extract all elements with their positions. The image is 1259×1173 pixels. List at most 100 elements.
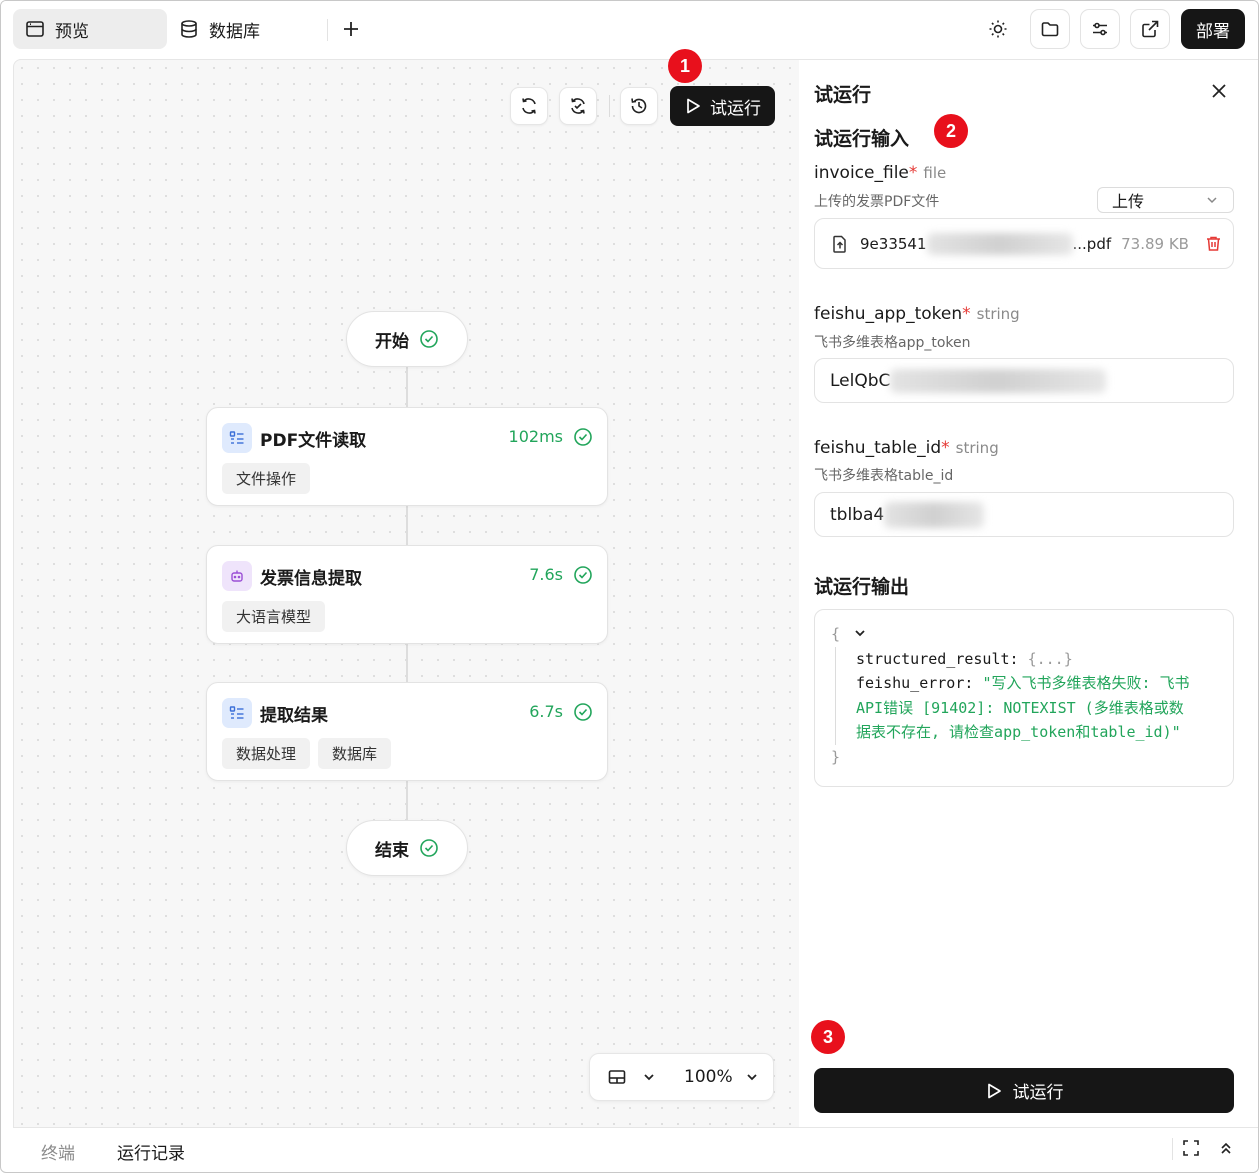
sliders-icon	[1093, 22, 1107, 36]
plus-icon	[344, 22, 358, 36]
play-icon	[687, 98, 700, 114]
layout-icon	[608, 1070, 626, 1084]
check-circle-icon	[574, 703, 592, 721]
json-key: feishu_error:	[856, 674, 974, 692]
list-icon	[222, 698, 252, 728]
history-button[interactable]	[620, 87, 658, 125]
fullscreen-icon[interactable]	[1182, 1139, 1200, 1157]
edge	[406, 506, 408, 546]
node-duration: 7.6s	[529, 565, 563, 584]
chevrons-up-icon[interactable]	[1217, 1139, 1235, 1157]
zoom-controls: 100%	[589, 1053, 774, 1101]
upload-mode-select[interactable]: 上传	[1097, 187, 1234, 213]
node-title: 提取结果	[260, 706, 328, 726]
robot-icon	[222, 561, 252, 591]
upload-mode-value: 上传	[1112, 192, 1145, 211]
sync-icon	[571, 98, 585, 114]
node-title: 发票信息提取	[260, 569, 362, 589]
deploy-button[interactable]: 部署	[1181, 9, 1245, 49]
app-token-input[interactable]: LelQbC	[814, 358, 1234, 403]
tag: 数据处理	[222, 738, 311, 769]
json-string-cont: 据表不存在, 请检查app_token和table_id)"	[856, 723, 1181, 741]
edge	[406, 643, 408, 683]
json-line: feishu_error: "写入飞书多维表格失败: 飞书	[856, 671, 1217, 696]
redacted-text	[884, 501, 985, 528]
database-icon	[181, 20, 197, 38]
field-app-token-label: feishu_app_token* string	[814, 304, 1020, 324]
layout-toggle[interactable]	[608, 1068, 658, 1086]
close-icon[interactable]	[1208, 80, 1230, 102]
input-value: tblba4	[830, 504, 885, 525]
output-section-title: 试运行输出	[814, 576, 910, 598]
field-type: string	[976, 305, 1020, 323]
field-table-id-label: feishu_table_id* string	[814, 438, 999, 458]
tab-terminal[interactable]: 终端	[41, 1139, 75, 1164]
edge	[406, 780, 408, 822]
check-circle-icon	[420, 330, 438, 348]
chevron-down-icon	[644, 1074, 654, 1081]
folder-button[interactable]	[1030, 9, 1070, 49]
required-mark: *	[962, 304, 971, 324]
field-description: 飞书多维表格table_id	[814, 468, 954, 484]
field-type: string	[955, 439, 999, 457]
field-type: file	[923, 164, 947, 182]
file-size: 73.89 KB	[1121, 234, 1189, 253]
toolbar-divider	[609, 95, 610, 117]
step-badge-1: 1	[668, 49, 702, 83]
test-run-label: 试运行	[710, 98, 761, 119]
json-open-brace: {	[831, 625, 841, 643]
sun-icon	[989, 20, 1007, 38]
zoom-select[interactable]: 100%	[684, 1067, 761, 1087]
run-button[interactable]: 试运行	[814, 1068, 1234, 1113]
node-extract-result[interactable]: 提取结果 6.7s 数据处理 数据库	[206, 682, 608, 781]
required-mark: *	[908, 163, 918, 183]
open-external-button[interactable]	[1130, 9, 1170, 49]
input-value: LelQbC	[830, 370, 891, 391]
check-circle-icon	[574, 428, 592, 446]
redacted-text	[890, 368, 1107, 393]
field-invoice-file-label: invoice_file* file	[814, 163, 946, 183]
json-body: structured_result: {...} feishu_error: "…	[835, 646, 1217, 745]
check-circle-icon	[420, 839, 438, 857]
file-name-end: ...pdf	[1072, 234, 1112, 253]
uploaded-file: 9e33541 ...pdf 73.89 KB	[814, 218, 1234, 269]
refresh-icon	[522, 98, 536, 114]
field-description: 飞书多维表格app_token	[814, 335, 971, 351]
end-node[interactable]: 结束	[346, 820, 468, 876]
file-name-start: 9e33541	[860, 234, 927, 253]
tab-run-history[interactable]: 运行记录	[117, 1139, 185, 1164]
node-pdf-read[interactable]: PDF文件读取 102ms 文件操作	[206, 407, 608, 506]
node-tags: 大语言模型	[222, 601, 326, 632]
workflow-canvas[interactable]: 试运行 1 开始 PDF文件读取 102ms 文件操作 发票信息提取 7.6s …	[13, 49, 799, 1127]
sync-button[interactable]	[559, 87, 597, 125]
run-label: 试运行	[1012, 1083, 1064, 1103]
folder-icon	[1041, 22, 1059, 37]
tab-database[interactable]: 数据库	[167, 9, 272, 49]
node-tags: 数据处理 数据库	[222, 738, 392, 769]
field-description: 上传的发票PDF文件	[814, 194, 940, 210]
settings-button[interactable]	[1080, 9, 1120, 49]
step-badge-2: 2	[934, 114, 968, 148]
tab-preview[interactable]: 预览	[13, 9, 167, 49]
node-duration: 6.7s	[529, 702, 563, 721]
divider	[327, 19, 328, 41]
start-node[interactable]: 开始	[346, 311, 468, 367]
node-invoice-extract[interactable]: 发票信息提取 7.6s 大语言模型	[206, 545, 608, 644]
input-section-title: 试运行输入	[814, 128, 910, 150]
app-window: 预览 数据库 部署 试运行 1 开始 PDF文件读取 102ms 文件操作 发票…	[0, 0, 1259, 1173]
trash-icon[interactable]	[1205, 235, 1222, 252]
json-output: { structured_result: {...} feishu_error:…	[814, 609, 1234, 787]
end-label: 结束	[375, 840, 409, 861]
history-icon	[631, 98, 647, 114]
chevron-down-icon[interactable]	[853, 626, 867, 640]
json-open-line: {	[831, 622, 1217, 647]
add-tab-button[interactable]	[337, 15, 365, 43]
test-run-button[interactable]: 试运行	[670, 86, 775, 126]
refresh-button[interactable]	[510, 87, 548, 125]
theme-toggle-button[interactable]	[978, 9, 1018, 49]
play-icon	[987, 1083, 1001, 1098]
json-collapsed-value[interactable]: {...}	[1028, 650, 1073, 668]
zoom-level: 100%	[684, 1067, 733, 1087]
json-string: "写入飞书多维表格失败: 飞书	[982, 674, 1190, 692]
table-id-input[interactable]: tblba4	[814, 492, 1234, 537]
